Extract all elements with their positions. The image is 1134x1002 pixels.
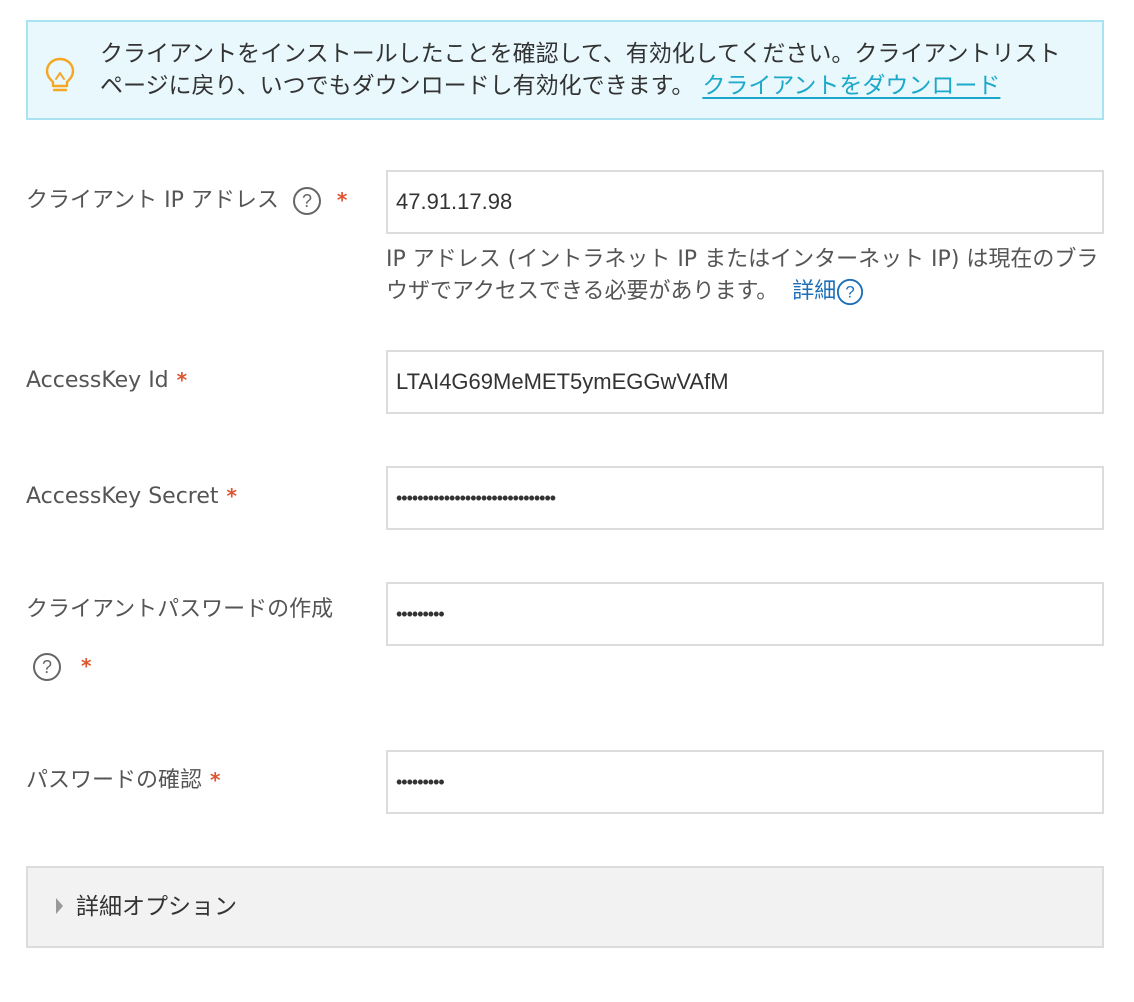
install-notice-banner: クライアントをインストールしたことを確認して、有効化してください。クライアントリ…: [26, 20, 1104, 120]
required-mark: *: [226, 484, 237, 508]
download-client-link[interactable]: クライアントをダウンロード: [702, 73, 1000, 99]
svg-text:?: ?: [302, 191, 312, 211]
confirm-password-input[interactable]: •••••••••: [386, 750, 1104, 814]
access-key-secret-label: AccessKey Secret: [26, 484, 219, 509]
access-key-secret-label-group: AccessKey Secret *: [26, 480, 237, 513]
client-password-help-group: ? *: [26, 650, 91, 683]
access-key-id-input[interactable]: [386, 350, 1104, 414]
client-password-input[interactable]: •••••••••: [386, 582, 1104, 646]
svg-text:?: ?: [846, 283, 855, 302]
access-key-id-label-group: AccessKey Id *: [26, 364, 187, 397]
access-key-id-label: AccessKey Id: [26, 368, 169, 393]
client-ip-hint-text: IP アドレス (イントラネット IP またはインターネット IP) は現在のブ…: [386, 247, 1099, 304]
advanced-options-toggle[interactable]: 詳細オプション: [26, 866, 1104, 948]
confirm-password-label: パスワードの確認: [26, 768, 203, 793]
details-link-label: 詳細: [792, 279, 837, 304]
client-password-label: クライアントパスワードの作成: [26, 597, 334, 622]
caret-right-icon: [56, 898, 63, 914]
access-key-secret-input[interactable]: ••••••••••••••••••••••••••••••: [386, 466, 1104, 530]
client-ip-label: クライアント IP アドレス: [26, 188, 279, 213]
help-icon[interactable]: ?: [32, 652, 62, 682]
svg-text:?: ?: [42, 657, 52, 677]
lightbulb-icon: [42, 55, 78, 95]
client-ip-label-group: クライアント IP アドレス ? *: [26, 184, 347, 217]
required-mark: *: [336, 188, 348, 212]
help-icon[interactable]: ?: [292, 186, 322, 216]
required-mark: *: [176, 368, 188, 392]
details-link[interactable]: 詳細 ?: [792, 278, 864, 306]
help-icon: ?: [836, 278, 864, 306]
confirm-password-label-group: パスワードの確認 *: [26, 764, 220, 797]
client-ip-hint: IP アドレス (イントラネット IP またはインターネット IP) は現在のブ…: [386, 244, 1104, 308]
required-mark: *: [210, 768, 221, 792]
advanced-options-label: 詳細オプション: [76, 894, 237, 920]
client-activation-form: クライアントをインストールしたことを確認して、有効化してください。クライアントリ…: [26, 20, 1104, 948]
client-ip-input[interactable]: [386, 170, 1104, 234]
required-mark: *: [81, 654, 92, 678]
